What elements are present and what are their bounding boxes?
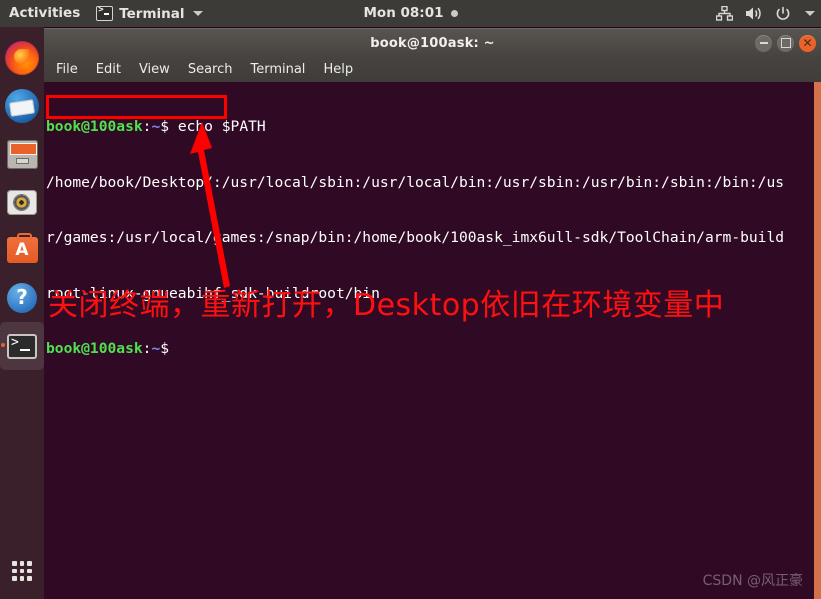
help-icon [7, 283, 37, 313]
gnome-top-bar: Activities Terminal Mon 08:01 [0, 0, 821, 27]
system-tray [716, 0, 815, 27]
notification-dot-icon [450, 10, 458, 17]
prompt-sign-1: $ [160, 118, 178, 135]
ubuntu-dock [0, 27, 44, 599]
terminal-line-prompt: book@100ask:~$ [46, 340, 784, 359]
dock-item-files[interactable] [0, 130, 44, 178]
window-title: book@100ask: ~ [370, 35, 495, 51]
dock-item-terminal[interactable] [0, 322, 44, 370]
maximize-button[interactable] [777, 34, 794, 52]
volume-icon[interactable] [745, 6, 763, 21]
terminal-icon [96, 5, 114, 21]
window-right-edge-strip [814, 82, 821, 599]
menu-item-edit[interactable]: Edit [96, 57, 121, 82]
csdn-watermark: CSDN @风正豪 [702, 573, 803, 589]
prompt-user-host-1: book@100ask [46, 118, 143, 135]
terminal-line-output-2: r/games:/usr/local/games:/snap/bin:/home… [46, 229, 785, 246]
prompt-user-host-2: book@100ask [46, 340, 143, 357]
firefox-icon [5, 41, 39, 75]
network-icon[interactable] [716, 6, 733, 21]
activities-button[interactable]: Activities [0, 0, 90, 27]
window-controls: ✕ [755, 29, 816, 57]
tray-chevron-down-icon[interactable] [805, 11, 815, 16]
close-button[interactable]: ✕ [799, 34, 816, 52]
terminal-output: book@100ask:~$ echo $PATH /home/book/Des… [46, 82, 784, 396]
terminal-line-output-1: /home/book/Desktop/:/usr/local/sbin:/usr… [46, 173, 785, 191]
terminal-line-command: book@100ask:~$ echo $PATH [46, 118, 784, 137]
power-icon[interactable] [775, 6, 791, 22]
dock-item-thunderbird[interactable] [0, 82, 44, 130]
menu-item-view[interactable]: View [139, 57, 170, 82]
rhythmbox-icon [7, 189, 37, 215]
menu-item-terminal[interactable]: Terminal [250, 57, 305, 82]
terminal-app-icon [7, 333, 37, 359]
grid-apps-icon [12, 561, 32, 581]
app-menu-terminal[interactable]: Terminal [90, 5, 208, 22]
dock-item-software[interactable] [0, 226, 44, 274]
dock-item-rhythmbox[interactable] [0, 178, 44, 226]
terminal-command-text: echo $PATH [177, 118, 266, 135]
app-menu-label: Terminal [119, 5, 185, 22]
menu-item-file[interactable]: File [56, 57, 78, 82]
window-title-bar[interactable]: book@100ask: ~ ✕ [44, 28, 821, 57]
dock-item-firefox[interactable] [0, 34, 44, 82]
thunderbird-mail-icon [5, 89, 39, 123]
minimize-button[interactable] [755, 34, 772, 52]
show-applications-button[interactable] [0, 549, 44, 593]
menu-item-help[interactable]: Help [323, 57, 353, 82]
prompt-path-1: ~ [151, 118, 161, 135]
clock-label[interactable]: Mon 08:01 [364, 0, 444, 27]
dock-item-help[interactable] [0, 274, 44, 322]
files-icon [6, 139, 38, 169]
menu-item-search[interactable]: Search [188, 57, 233, 82]
terminal-canvas[interactable]: book@100ask:~$ echo $PATH /home/book/Des… [44, 82, 821, 599]
terminal-menu-bar: File Edit View Search Terminal Help [44, 57, 821, 82]
annotation-note-text: 关闭终端，重新打开，Desktop依旧在环境变量中 [48, 288, 725, 323]
chevron-down-icon [192, 11, 203, 16]
screen-root: Activities Terminal Mon 08:01 [0, 0, 821, 599]
prompt-sign-2: $ [160, 340, 170, 357]
prompt-path-2: ~ [151, 340, 161, 357]
ubuntu-software-icon [6, 233, 38, 263]
